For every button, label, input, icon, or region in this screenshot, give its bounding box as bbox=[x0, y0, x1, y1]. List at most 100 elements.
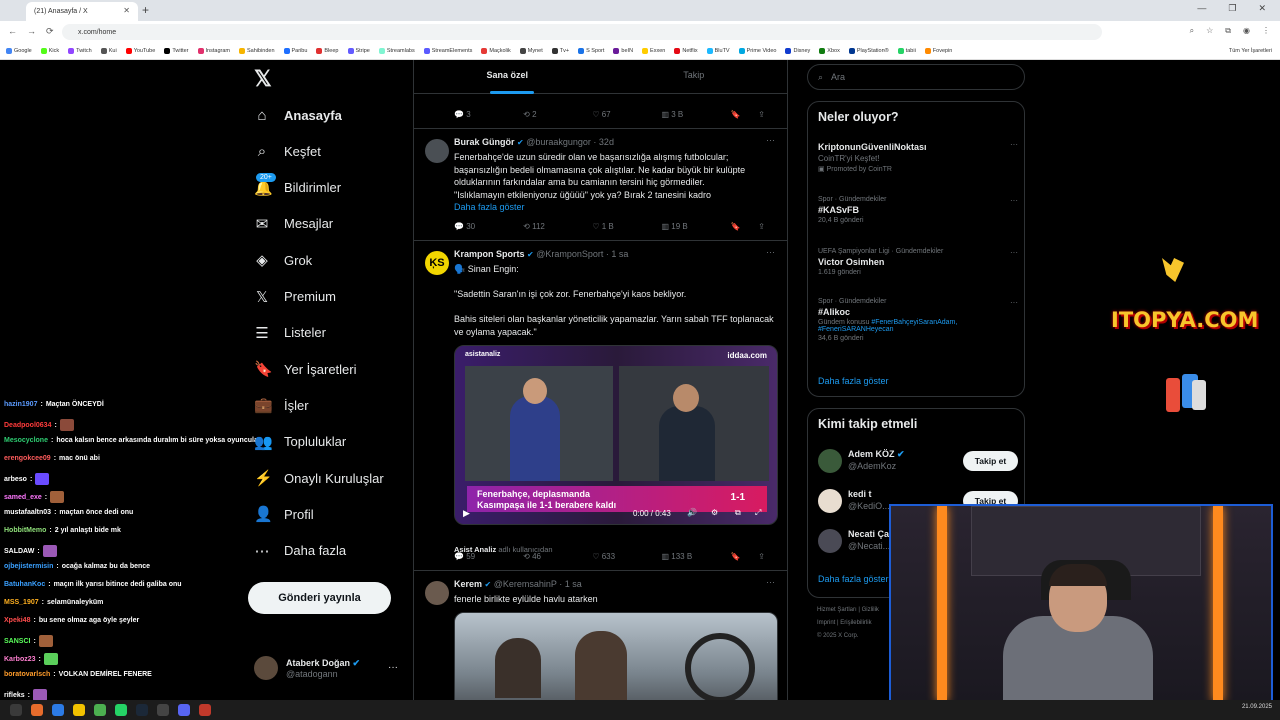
obs-icon[interactable] bbox=[199, 704, 211, 716]
bookmark-item[interactable]: BluTV bbox=[706, 48, 730, 54]
avatar[interactable] bbox=[425, 139, 449, 163]
minimize-icon[interactable]: — bbox=[1197, 3, 1206, 14]
bookmark-item[interactable]: Mynet bbox=[519, 48, 543, 54]
chat-username[interactable]: BatuhanKoc bbox=[4, 581, 45, 588]
chat-username[interactable]: boratovarlsch bbox=[4, 671, 50, 678]
bookmark-item[interactable]: Paribu bbox=[283, 48, 307, 54]
volume-icon[interactable]: 🔊 bbox=[687, 508, 697, 517]
footer-line[interactable]: Imprint | Erişilebilirlik bbox=[817, 617, 879, 630]
sidebar-item-mail[interactable]: ✉ Mesajlar bbox=[254, 210, 333, 238]
trend-item[interactable]: KriptonunGüvenliNoktası CoinTR'yi Keşfet… bbox=[818, 140, 1018, 173]
sidebar-item-people[interactable]: 👥 Topluluklar bbox=[254, 428, 346, 456]
trend-item[interactable]: Spor · Gündemdekiler #Alikoc Gündem konu… bbox=[818, 298, 1018, 342]
chat-username[interactable]: SANSCI bbox=[4, 638, 30, 645]
bookmark-item[interactable]: Tv+ bbox=[551, 48, 569, 54]
views-button[interactable]: ▥ 3 B bbox=[661, 110, 730, 119]
more-dots-icon[interactable]: ··· bbox=[1010, 248, 1018, 257]
play-icon[interactable]: ▶ bbox=[463, 508, 470, 519]
search-input[interactable]: ⌕ Ara bbox=[807, 64, 1025, 90]
bookmark-item[interactable]: Instagram bbox=[197, 48, 230, 54]
repost-button[interactable]: ⟲ 112 bbox=[523, 222, 592, 231]
menu-icon[interactable]: ⋮ bbox=[1262, 26, 1270, 36]
avatar[interactable] bbox=[425, 581, 449, 605]
bookmark-item[interactable]: S Sport bbox=[578, 48, 604, 54]
reply-button[interactable]: 💬 30 bbox=[454, 222, 523, 231]
bookmark-item[interactable]: Bleep bbox=[316, 48, 339, 54]
app-icon[interactable] bbox=[31, 704, 43, 716]
extensions-icon[interactable]: ⧉ bbox=[1225, 26, 1231, 36]
sidebar-item-lightning[interactable]: ⚡ Onaylı Kuruluşlar bbox=[254, 464, 384, 492]
footer-line[interactable]: Hizmet Şartları | Gizlilik bbox=[817, 604, 879, 617]
show-more-link[interactable]: Daha fazla göster bbox=[454, 201, 776, 214]
fullscreen-icon[interactable]: ⤢ bbox=[755, 508, 761, 518]
share-icon[interactable]: ⇪ bbox=[758, 222, 779, 231]
bookmark-item[interactable]: Twitter bbox=[164, 48, 189, 54]
settings-icon[interactable]: ⚙ bbox=[711, 508, 718, 517]
like-button[interactable]: ♡ 1 B bbox=[592, 222, 661, 231]
bookmark-item[interactable]: beIN bbox=[613, 48, 633, 54]
chrome-icon[interactable] bbox=[94, 704, 106, 716]
bookmark-item[interactable]: Sahibinden bbox=[238, 48, 275, 54]
chat-username[interactable]: arbeso bbox=[4, 476, 27, 483]
more-dots-icon[interactable]: ··· bbox=[1010, 140, 1018, 149]
sidebar-item-bookmark[interactable]: 🔖 Yer İşaretleri bbox=[254, 355, 357, 383]
tweet-image[interactable] bbox=[454, 612, 778, 700]
chat-username[interactable]: MSS_1907 bbox=[4, 599, 39, 606]
sidebar-item-search[interactable]: ⌕ Keşfet bbox=[254, 137, 321, 165]
more-dots-icon[interactable]: ··· bbox=[1010, 298, 1018, 307]
x-logo-icon[interactable]: 𝕏 bbox=[254, 66, 272, 92]
bookmark-icon[interactable]: 🔖 bbox=[731, 222, 759, 231]
zoom-icon[interactable]: ⌕ bbox=[1190, 26, 1194, 36]
sidebar-item-briefcase[interactable]: 💼 İşler bbox=[254, 391, 309, 419]
app-icon[interactable] bbox=[157, 704, 169, 716]
reply-button[interactable]: 💬 59 bbox=[454, 552, 523, 561]
post-button[interactable]: Gönderi yayınla bbox=[248, 582, 391, 614]
bookmark-item[interactable]: Netflix bbox=[674, 48, 698, 54]
tab-for-you[interactable]: Sana özel bbox=[414, 60, 601, 94]
follow-suggestion[interactable]: Adem KÖZ ✔ @AdemKoz Takip et bbox=[818, 447, 1018, 477]
bookmark-item[interactable]: PlayStation® bbox=[848, 48, 889, 54]
pip-icon[interactable]: ⧉ bbox=[735, 508, 741, 518]
chat-username[interactable]: Xpeki48 bbox=[4, 617, 30, 624]
whatsapp-icon[interactable] bbox=[115, 704, 127, 716]
more-dots-icon[interactable]: ··· bbox=[766, 577, 775, 587]
tweet[interactable]: ĶS Krampon Sports ✔ @KramponSport · 1 sa… bbox=[414, 241, 787, 571]
bookmark-icon[interactable]: 🔖 bbox=[731, 110, 759, 119]
show-more-link[interactable]: Daha fazla göster bbox=[818, 376, 889, 386]
trend-item[interactable]: UEFA Şampiyonlar Ligi · Gündemdekiler Vi… bbox=[818, 248, 1018, 276]
tweet[interactable]: Kerem ✔ @KeremsahinP · 1 sa ··· fenerle … bbox=[414, 571, 787, 700]
avatar[interactable]: ĶS bbox=[425, 251, 449, 275]
steam-icon[interactable] bbox=[136, 704, 148, 716]
chat-username[interactable]: mustafaaltn03 bbox=[4, 509, 51, 516]
follow-button[interactable]: Takip et bbox=[963, 451, 1018, 471]
chat-username[interactable]: Mesocyclone bbox=[4, 437, 48, 444]
chat-username[interactable]: ojbejistermisin bbox=[4, 563, 53, 570]
sidebar-item-home[interactable]: ⌂ Anasayfa bbox=[254, 101, 341, 129]
bookmark-item[interactable]: Xbox bbox=[819, 48, 840, 54]
chat-username[interactable]: hazin1907 bbox=[4, 401, 37, 408]
bookmark-item[interactable]: Fovepin bbox=[924, 48, 952, 54]
like-button[interactable]: ♡ 633 bbox=[592, 552, 661, 561]
more-dots-icon[interactable]: ··· bbox=[766, 247, 775, 257]
more-dots-icon[interactable]: ··· bbox=[1010, 196, 1018, 205]
bookmark-item[interactable]: Disney bbox=[785, 48, 810, 54]
bookmark-item[interactable]: Google bbox=[6, 48, 32, 54]
video-player[interactable]: asistanaliz iddaa.com Fenerbahçe, deplas… bbox=[454, 345, 778, 525]
tab-following[interactable]: Takip bbox=[601, 60, 788, 93]
bookmark-icon[interactable]: 🔖 bbox=[731, 552, 759, 561]
sidebar-item-person[interactable]: 👤 Profil bbox=[254, 500, 314, 528]
url-input[interactable]: x.com/home bbox=[62, 24, 1102, 40]
forward-icon[interactable]: → bbox=[27, 26, 36, 37]
bookmark-item[interactable]: StreamElements bbox=[423, 48, 472, 54]
sidebar-item-more-circle[interactable]: ⋯ Daha fazla bbox=[254, 537, 347, 565]
discord-icon[interactable] bbox=[178, 704, 190, 716]
chat-username[interactable]: Deadpool0634 bbox=[4, 422, 51, 429]
bookmark-item[interactable]: Kui bbox=[100, 48, 117, 54]
all-bookmarks[interactable]: Tüm Yer İşaretleri bbox=[1229, 48, 1272, 54]
bookmark-item[interactable]: Streamlabs bbox=[378, 48, 415, 54]
chat-username[interactable]: rifleks bbox=[4, 692, 25, 699]
profile-icon[interactable]: ◉ bbox=[1243, 26, 1250, 36]
trend-item[interactable]: Spor · Gündemdekiler #KASvFB 20,4 B gönd… bbox=[818, 196, 1018, 224]
sidebar-item-grok[interactable]: ◈ Grok bbox=[254, 246, 312, 274]
chat-username[interactable]: Karboz23 bbox=[4, 656, 36, 663]
